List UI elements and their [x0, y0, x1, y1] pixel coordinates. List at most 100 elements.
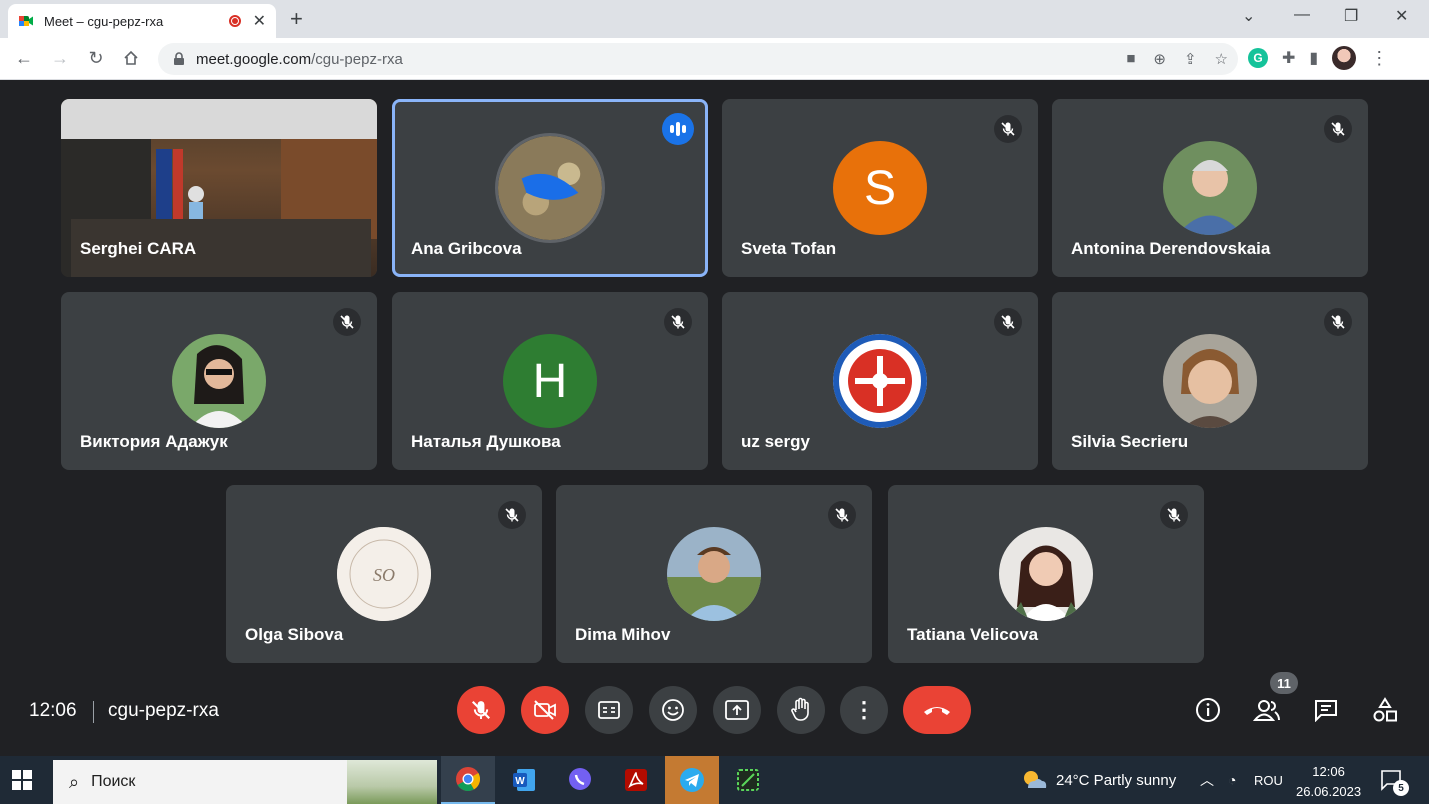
participant-name: Sveta Tofan [741, 239, 837, 258]
camera-in-use-icon[interactable]: ■ [1126, 50, 1135, 68]
side-panel-icon[interactable]: ▮ [1309, 48, 1318, 68]
participant-avatar-logo: SO [337, 527, 431, 621]
restore-icon[interactable]: ❐ [1344, 6, 1358, 26]
acrobat-taskbar-icon[interactable] [609, 756, 663, 804]
home-icon[interactable] [119, 46, 143, 70]
participant-avatar [172, 334, 266, 428]
captions-button[interactable] [585, 686, 633, 734]
telegram-taskbar-icon[interactable] [665, 756, 719, 804]
clock-date: 26.06.2023 [1296, 784, 1362, 799]
leave-call-button[interactable] [903, 686, 971, 734]
lock-icon [174, 52, 184, 65]
participant-name: Наталья Душкова [411, 432, 561, 451]
participant-avatar-letter: H [503, 334, 597, 428]
notifications-button[interactable]: 5 [1380, 756, 1409, 804]
camera-off-button[interactable] [521, 686, 569, 734]
camera-off-icon [534, 700, 556, 720]
more-options-button[interactable]: ⋮ [840, 686, 888, 734]
more-vert-icon: ⋮ [853, 697, 875, 722]
windows-start-icon[interactable] [12, 770, 32, 795]
hang-up-icon [924, 707, 950, 715]
participant-name: Tatiana Velicova [907, 625, 1039, 644]
people-button[interactable] [1251, 694, 1283, 726]
participant-count-badge: 11 [1270, 672, 1298, 694]
participant-name: Silvia Secrieru [1071, 432, 1189, 451]
participant-avatar [667, 527, 761, 621]
input-language[interactable]: ROU [1254, 756, 1283, 804]
new-tab-icon[interactable]: + [290, 6, 303, 32]
mic-off-icon [664, 308, 692, 336]
participant-tile[interactable]: uz sergy [722, 292, 1038, 470]
participant-name: Olga Sibova [245, 625, 344, 644]
participant-avatar [999, 527, 1093, 621]
reactions-button[interactable] [649, 686, 697, 734]
divider [93, 701, 94, 723]
minimize-icon[interactable]: — [1294, 6, 1310, 24]
zoom-icon[interactable]: ⊕ [1153, 50, 1166, 68]
mic-off-button[interactable] [457, 686, 505, 734]
participant-name: Antonina Derendovskaia [1071, 239, 1271, 258]
participant-name: Serghei CARA [80, 239, 197, 258]
mic-off-icon [828, 501, 856, 529]
mic-off-icon [994, 308, 1022, 336]
chat-button[interactable] [1310, 694, 1342, 726]
chrome-taskbar-icon[interactable] [441, 756, 495, 804]
taskbar-search-box[interactable]: ⌕ Поиск [53, 760, 437, 804]
url-text: meet.google.com/cgu-pepz-rxa [196, 50, 403, 68]
emoji-icon [662, 699, 684, 721]
address-bar[interactable]: meet.google.com/cgu-pepz-rxa ■ ⊕ ⇪ ☆ [158, 43, 1238, 75]
recording-indicator-icon [228, 15, 241, 27]
participant-tile[interactable]: H Наталья Душкова [392, 292, 708, 470]
mic-off-icon [471, 700, 491, 720]
browser-tab-bar: Meet – cgu-pepz-rxa ✕ + ⌄ — ❐ ✕ [0, 0, 1429, 38]
profile-avatar[interactable] [1332, 46, 1357, 70]
close-tab-icon[interactable]: ✕ [253, 11, 266, 31]
participant-tile[interactable]: SO Olga Sibova [226, 485, 542, 663]
network-wifi-icon[interactable]: ◔ [1228, 756, 1236, 804]
participant-avatar-letter: S [833, 141, 927, 235]
close-window-icon[interactable]: ✕ [1395, 6, 1408, 26]
participant-tile[interactable]: Dima Mihov [556, 485, 872, 663]
participant-avatar-logo [833, 334, 927, 428]
notification-count-badge: 5 [1393, 780, 1409, 796]
activities-button[interactable] [1369, 694, 1401, 726]
bookmark-star-icon[interactable]: ☆ [1215, 50, 1228, 68]
tab-search-chevron-icon[interactable]: ⌄ [1242, 6, 1255, 26]
participant-name: Dima Mihov [575, 625, 671, 644]
snipping-tool-taskbar-icon[interactable] [721, 756, 775, 804]
present-screen-button[interactable] [713, 686, 761, 734]
participant-tile-speaking[interactable]: Ana Gribcova [392, 99, 708, 277]
meeting-details-button[interactable] [1192, 694, 1224, 726]
viber-taskbar-icon[interactable] [553, 756, 607, 804]
word-taskbar-icon[interactable]: W [497, 756, 551, 804]
svg-text:W: W [515, 776, 525, 787]
more-menu-icon[interactable]: ⋮ [1370, 48, 1388, 69]
share-icon[interactable]: ⇪ [1184, 50, 1197, 68]
activities-shapes-icon [1373, 697, 1397, 722]
participant-tile[interactable]: Tatiana Velicova [888, 485, 1204, 663]
tray-overflow-chevron-icon[interactable]: ︿ [1200, 756, 1214, 804]
participant-tile[interactable]: Antonina Derendovskaia [1052, 99, 1368, 277]
weather-widget[interactable]: 24°C Partly sunny [1020, 756, 1176, 804]
participant-tile[interactable]: Виктория Адажук [61, 292, 377, 470]
participant-tile[interactable]: Serghei CARA [61, 99, 377, 277]
people-icon [1253, 700, 1280, 721]
participant-tile[interactable]: S Sveta Tofan [722, 99, 1038, 277]
back-icon[interactable]: ← [12, 46, 36, 70]
participant-grid: Serghei CARA Ana Gribcova S Sveta Tofan … [0, 80, 1429, 670]
browser-tab-meet[interactable]: Meet – cgu-pepz-rxa ✕ [8, 4, 276, 38]
system-clock[interactable]: 12:06 26.06.2023 [1296, 762, 1361, 802]
partly-sunny-icon [1024, 771, 1047, 788]
mic-off-icon [498, 501, 526, 529]
reload-icon[interactable]: ↻ [84, 46, 108, 70]
raise-hand-button[interactable] [777, 686, 825, 734]
extensions-puzzle-icon[interactable]: ✚ [1282, 48, 1295, 68]
participant-tile[interactable]: Silvia Secrieru [1052, 292, 1368, 470]
grammarly-icon[interactable]: G [1248, 48, 1268, 68]
raise-hand-icon [791, 697, 809, 721]
svg-text:SO: SO [373, 565, 395, 585]
meeting-control-bar: 12:06 cgu-pepz-rxa ⋮ 11 [0, 670, 1429, 756]
weather-text: 24°C Partly sunny [1056, 771, 1177, 789]
forward-icon[interactable]: → [48, 46, 72, 70]
participant-avatar [495, 133, 605, 243]
